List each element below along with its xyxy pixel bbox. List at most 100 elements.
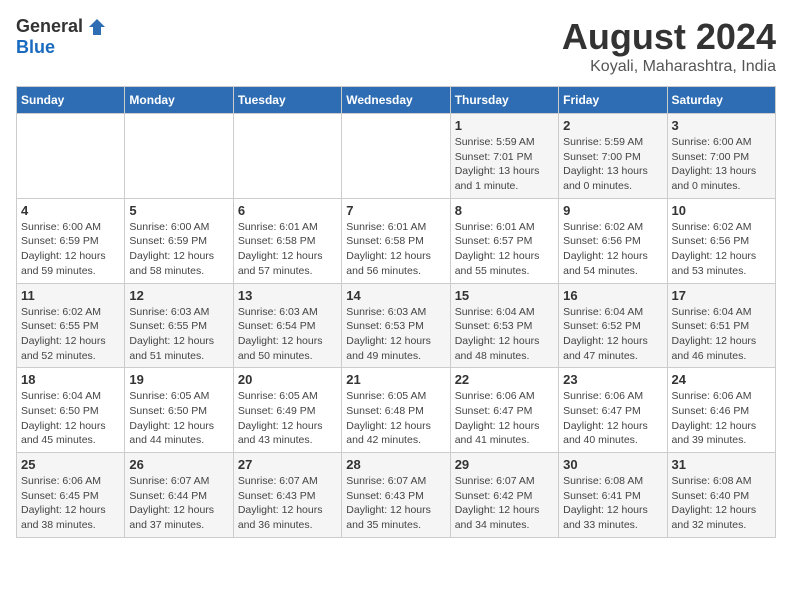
calendar-cell: 26 Sunrise: 6:07 AM Sunset: 6:44 PM Dayli…: [125, 453, 233, 538]
day-info: Sunrise: 5:59 AM Sunset: 7:01 PM Dayligh…: [455, 135, 554, 194]
day-number: 29: [455, 457, 554, 472]
day-info: Sunrise: 6:03 AM Sunset: 6:53 PM Dayligh…: [346, 305, 445, 364]
day-info: Sunrise: 6:07 AM Sunset: 6:43 PM Dayligh…: [346, 474, 445, 533]
day-info: Sunrise: 6:08 AM Sunset: 6:41 PM Dayligh…: [563, 474, 662, 533]
day-number: 10: [672, 203, 771, 218]
calendar-cell: 31 Sunrise: 6:08 AM Sunset: 6:40 PM Dayli…: [667, 453, 775, 538]
day-info: Sunrise: 6:00 AM Sunset: 6:59 PM Dayligh…: [21, 220, 120, 279]
calendar-cell: 30 Sunrise: 6:08 AM Sunset: 6:41 PM Dayli…: [559, 453, 667, 538]
weekday-header-tuesday: Tuesday: [233, 87, 341, 114]
calendar-cell: 16Sunrise: 6:04 AM Sunset: 6:52 PM Dayli…: [559, 283, 667, 368]
calendar-cell: 5 Sunrise: 6:00 AM Sunset: 6:59 PM Daylig…: [125, 198, 233, 283]
weekday-header-thursday: Thursday: [450, 87, 558, 114]
day-info: Sunrise: 6:04 AM Sunset: 6:50 PM Dayligh…: [21, 389, 120, 448]
day-number: 17: [672, 288, 771, 303]
day-info: Sunrise: 6:04 AM Sunset: 6:51 PM Dayligh…: [672, 305, 771, 364]
calendar-cell: 6 Sunrise: 6:01 AM Sunset: 6:58 PM Daylig…: [233, 198, 341, 283]
calendar-cell: [17, 114, 125, 199]
calendar-cell: 29 Sunrise: 6:07 AM Sunset: 6:42 PM Dayli…: [450, 453, 558, 538]
calendar-week-row: 11Sunrise: 6:02 AM Sunset: 6:55 PM Dayli…: [17, 283, 776, 368]
day-info: Sunrise: 6:06 AM Sunset: 6:47 PM Dayligh…: [563, 389, 662, 448]
logo-icon: [87, 17, 107, 37]
day-number: 25: [21, 457, 120, 472]
day-number: 23: [563, 372, 662, 387]
logo: General Blue: [16, 16, 107, 58]
day-info: Sunrise: 6:01 AM Sunset: 6:57 PM Dayligh…: [455, 220, 554, 279]
day-number: 7: [346, 203, 445, 218]
calendar-cell: 7 Sunrise: 6:01 AM Sunset: 6:58 PM Daylig…: [342, 198, 450, 283]
calendar-week-row: 25 Sunrise: 6:06 AM Sunset: 6:45 PM Dayli…: [17, 453, 776, 538]
weekday-header-row: SundayMondayTuesdayWednesdayThursdayFrid…: [17, 87, 776, 114]
calendar-cell: 15 Sunrise: 6:04 AM Sunset: 6:53 PM Dayli…: [450, 283, 558, 368]
day-info: Sunrise: 5:59 AM Sunset: 7:00 PM Dayligh…: [563, 135, 662, 194]
day-number: 12: [129, 288, 228, 303]
day-info: Sunrise: 6:02 AM Sunset: 6:55 PM Dayligh…: [21, 305, 120, 364]
day-info: Sunrise: 6:08 AM Sunset: 6:40 PM Dayligh…: [672, 474, 771, 533]
day-info: Sunrise: 6:00 AM Sunset: 6:59 PM Dayligh…: [129, 220, 228, 279]
day-number: 30: [563, 457, 662, 472]
calendar-title: August 2024: [562, 16, 776, 58]
day-info: Sunrise: 6:05 AM Sunset: 6:50 PM Dayligh…: [129, 389, 228, 448]
day-number: 21: [346, 372, 445, 387]
day-number: 28: [346, 457, 445, 472]
day-info: Sunrise: 6:01 AM Sunset: 6:58 PM Dayligh…: [238, 220, 337, 279]
day-info: Sunrise: 6:03 AM Sunset: 6:54 PM Dayligh…: [238, 305, 337, 364]
day-info: Sunrise: 6:07 AM Sunset: 6:43 PM Dayligh…: [238, 474, 337, 533]
calendar-cell: 9Sunrise: 6:02 AM Sunset: 6:56 PM Daylig…: [559, 198, 667, 283]
day-info: Sunrise: 6:04 AM Sunset: 6:53 PM Dayligh…: [455, 305, 554, 364]
calendar-table: SundayMondayTuesdayWednesdayThursdayFrid…: [16, 86, 776, 538]
day-number: 1: [455, 118, 554, 133]
day-number: 20: [238, 372, 337, 387]
day-number: 16: [563, 288, 662, 303]
day-number: 31: [672, 457, 771, 472]
day-number: 13: [238, 288, 337, 303]
calendar-cell: [342, 114, 450, 199]
day-number: 3: [672, 118, 771, 133]
calendar-week-row: 1 Sunrise: 5:59 AM Sunset: 7:01 PM Daylig…: [17, 114, 776, 199]
day-number: 24: [672, 372, 771, 387]
day-info: Sunrise: 6:07 AM Sunset: 6:42 PM Dayligh…: [455, 474, 554, 533]
calendar-subtitle: Koyali, Maharashtra, India: [562, 58, 776, 76]
calendar-cell: 18 Sunrise: 6:04 AM Sunset: 6:50 PM Dayli…: [17, 368, 125, 453]
calendar-cell: 22Sunrise: 6:06 AM Sunset: 6:47 PM Dayli…: [450, 368, 558, 453]
day-info: Sunrise: 6:00 AM Sunset: 7:00 PM Dayligh…: [672, 135, 771, 194]
day-number: 4: [21, 203, 120, 218]
logo-blue-text: Blue: [16, 37, 55, 58]
calendar-cell: 11Sunrise: 6:02 AM Sunset: 6:55 PM Dayli…: [17, 283, 125, 368]
day-info: Sunrise: 6:02 AM Sunset: 6:56 PM Dayligh…: [672, 220, 771, 279]
calendar-cell: 12Sunrise: 6:03 AM Sunset: 6:55 PM Dayli…: [125, 283, 233, 368]
calendar-cell: 17 Sunrise: 6:04 AM Sunset: 6:51 PM Dayli…: [667, 283, 775, 368]
day-number: 5: [129, 203, 228, 218]
logo-general-text: General: [16, 16, 83, 37]
calendar-cell: 19Sunrise: 6:05 AM Sunset: 6:50 PM Dayli…: [125, 368, 233, 453]
calendar-cell: 25 Sunrise: 6:06 AM Sunset: 6:45 PM Dayli…: [17, 453, 125, 538]
calendar-cell: 3 Sunrise: 6:00 AM Sunset: 7:00 PM Daylig…: [667, 114, 775, 199]
calendar-cell: 24Sunrise: 6:06 AM Sunset: 6:46 PM Dayli…: [667, 368, 775, 453]
day-info: Sunrise: 6:07 AM Sunset: 6:44 PM Dayligh…: [129, 474, 228, 533]
day-number: 22: [455, 372, 554, 387]
day-number: 18: [21, 372, 120, 387]
calendar-cell: 2 Sunrise: 5:59 AM Sunset: 7:00 PM Daylig…: [559, 114, 667, 199]
calendar-cell: [233, 114, 341, 199]
day-number: 2: [563, 118, 662, 133]
calendar-cell: 23 Sunrise: 6:06 AM Sunset: 6:47 PM Dayli…: [559, 368, 667, 453]
calendar-cell: 14Sunrise: 6:03 AM Sunset: 6:53 PM Dayli…: [342, 283, 450, 368]
day-info: Sunrise: 6:05 AM Sunset: 6:49 PM Dayligh…: [238, 389, 337, 448]
day-number: 8: [455, 203, 554, 218]
day-info: Sunrise: 6:01 AM Sunset: 6:58 PM Dayligh…: [346, 220, 445, 279]
calendar-cell: 4 Sunrise: 6:00 AM Sunset: 6:59 PM Daylig…: [17, 198, 125, 283]
calendar-cell: [125, 114, 233, 199]
day-info: Sunrise: 6:05 AM Sunset: 6:48 PM Dayligh…: [346, 389, 445, 448]
calendar-cell: 27Sunrise: 6:07 AM Sunset: 6:43 PM Dayli…: [233, 453, 341, 538]
calendar-cell: 21 Sunrise: 6:05 AM Sunset: 6:48 PM Dayli…: [342, 368, 450, 453]
day-number: 15: [455, 288, 554, 303]
day-number: 9: [563, 203, 662, 218]
day-number: 6: [238, 203, 337, 218]
weekday-header-monday: Monday: [125, 87, 233, 114]
day-number: 26: [129, 457, 228, 472]
weekday-header-saturday: Saturday: [667, 87, 775, 114]
day-info: Sunrise: 6:06 AM Sunset: 6:45 PM Dayligh…: [21, 474, 120, 533]
calendar-cell: 28 Sunrise: 6:07 AM Sunset: 6:43 PM Dayli…: [342, 453, 450, 538]
calendar-cell: 13 Sunrise: 6:03 AM Sunset: 6:54 PM Dayli…: [233, 283, 341, 368]
calendar-cell: 10 Sunrise: 6:02 AM Sunset: 6:56 PM Dayli…: [667, 198, 775, 283]
